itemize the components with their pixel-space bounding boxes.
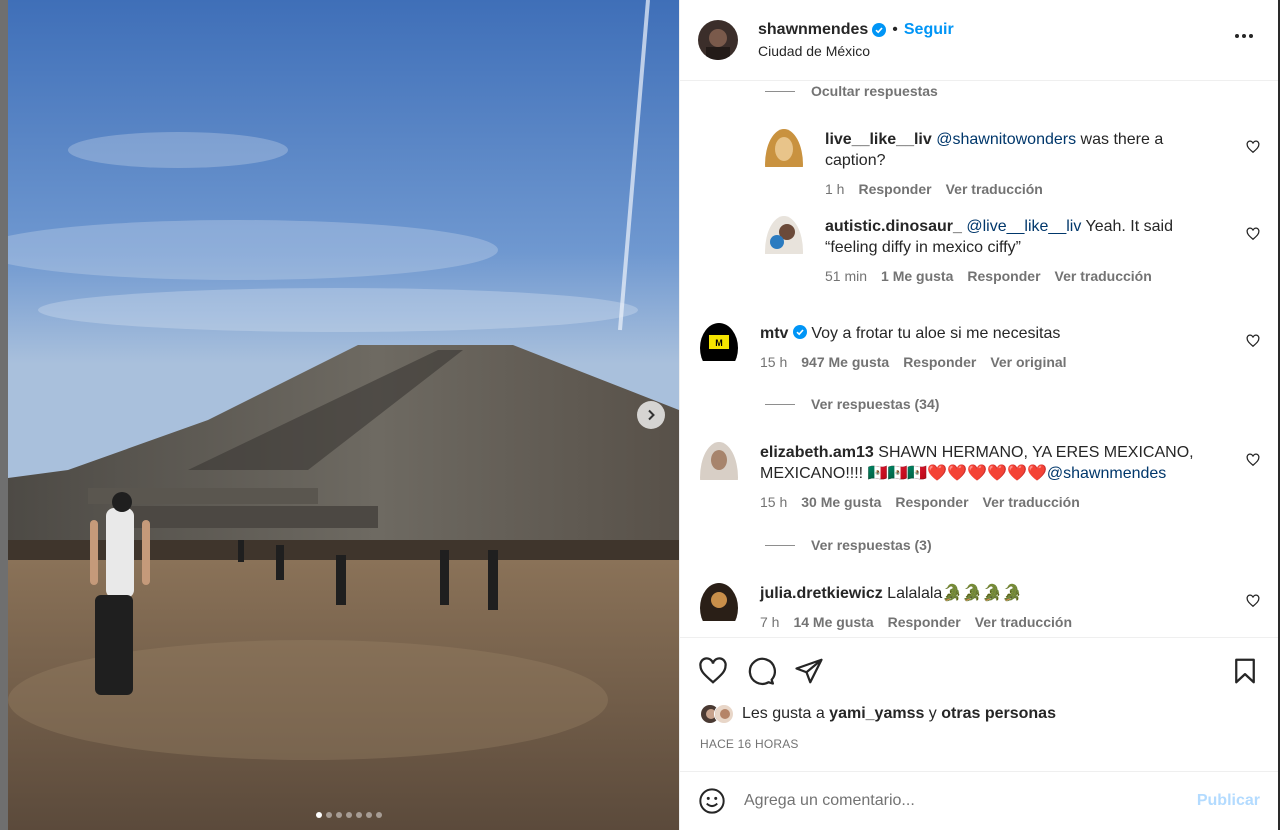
view-replies-button[interactable]: Ver respuestas (3) [765, 537, 932, 553]
next-slide-button[interactable] [637, 401, 665, 429]
post-timestamp[interactable]: HACE 16 HORAS [700, 737, 799, 751]
like-comment-heart-icon[interactable] [1246, 334, 1260, 348]
likes-summary: Les gusta a yami_yamss y otras personas [700, 704, 1056, 724]
like-comment-heart-icon[interactable] [1246, 140, 1260, 154]
carousel-dot [375, 812, 382, 818]
reply-button[interactable]: Responder [903, 352, 976, 373]
translate-button[interactable]: Ver original [990, 352, 1066, 373]
chevron-right-icon [648, 409, 655, 421]
commenter-avatar[interactable] [700, 583, 738, 633]
comment-username[interactable]: mtv [760, 325, 788, 342]
add-comment-bar: Publicar [680, 772, 1278, 830]
commenter-avatar[interactable] [700, 442, 738, 513]
carousel-dot [315, 812, 322, 818]
comment-likes[interactable]: 30 Me gusta [801, 492, 881, 513]
comment-time[interactable]: 1 h [825, 179, 844, 200]
post-media[interactable] [8, 0, 679, 830]
comment-mention[interactable]: @shawnmendes [1047, 465, 1166, 482]
reply-button[interactable]: Responder [888, 612, 961, 633]
comment-bubble-icon[interactable] [746, 656, 776, 686]
comment-likes[interactable]: 1 Me gusta [881, 266, 953, 287]
comment-likes[interactable]: 14 Me gusta [793, 612, 873, 633]
reply-button[interactable]: Responder [858, 179, 931, 200]
translate-button[interactable]: Ver traducción [1055, 266, 1152, 287]
post-location[interactable]: Ciudad de México [758, 43, 954, 59]
post-actions: Les gusta a yami_yamss y otras personas … [680, 637, 1278, 772]
comment-username[interactable]: live__like__liv [825, 131, 932, 148]
comment-time[interactable]: 7 h [760, 612, 779, 633]
comment-text: Voy a frotar tu aloe si me necesitas [811, 325, 1061, 342]
header-separator: • [892, 21, 898, 38]
comment-username[interactable]: elizabeth.am13 [760, 444, 874, 461]
more-options-icon[interactable] [1234, 26, 1254, 46]
reply-item: live__like__liv @shawnitowonders was the… [765, 129, 1185, 200]
author-username[interactable]: shawnmendes [758, 21, 868, 39]
translate-button[interactable]: Ver traducción [946, 179, 1043, 200]
like-comment-heart-icon[interactable] [1246, 227, 1260, 241]
carousel-dot [365, 812, 372, 818]
follow-button[interactable]: Seguir [904, 21, 954, 39]
other-likers-link[interactable]: otras personas [941, 705, 1056, 722]
verified-badge-icon [872, 23, 887, 37]
comments-list[interactable]: Ocultar respuestas live__like__liv @shaw… [680, 81, 1278, 637]
carousel-dot [335, 812, 342, 818]
comment-item: julia.dretkiewicz Lalalala🐊🐊🐊🐊 7 h 14 Me… [700, 583, 1220, 633]
post-sidebar: shawnmendes • Seguir Ciudad de México Oc… [679, 0, 1278, 830]
comment-text: Lalalala🐊🐊🐊🐊 [887, 585, 1023, 602]
reply-button[interactable]: Responder [895, 492, 968, 513]
verified-badge-icon [792, 325, 807, 339]
comment-input[interactable] [744, 792, 1197, 810]
comment-username[interactable]: autistic.dinosaur_ [825, 218, 962, 235]
emoji-icon[interactable] [698, 787, 726, 815]
carousel-dot [345, 812, 352, 818]
like-heart-icon[interactable] [698, 656, 728, 686]
view-replies-button[interactable]: Ver respuestas (34) [765, 396, 939, 412]
carousel-indicator [8, 812, 679, 818]
like-comment-heart-icon[interactable] [1246, 453, 1260, 467]
hide-replies-button[interactable]: Ocultar respuestas [765, 83, 938, 99]
comment-item: M mtv Voy a frotar tu aloe si me necesit… [700, 323, 1220, 373]
translate-button[interactable]: Ver traducción [983, 492, 1080, 513]
carousel-dot [355, 812, 362, 818]
svg-text:M: M [715, 338, 723, 348]
post-dialog: shawnmendes • Seguir Ciudad de México Oc… [8, 0, 1278, 830]
like-comment-heart-icon[interactable] [1246, 594, 1260, 608]
save-bookmark-icon[interactable] [1230, 656, 1260, 686]
comment-time[interactable]: 15 h [760, 492, 787, 513]
comment-mention[interactable]: @live__like__liv [966, 218, 1081, 235]
share-paper-plane-icon[interactable] [794, 656, 824, 686]
comment-mention[interactable]: @shawnitowonders [936, 131, 1076, 148]
comment-likes[interactable]: 947 Me gusta [801, 352, 889, 373]
comment-time[interactable]: 51 min [825, 266, 867, 287]
commenter-avatar[interactable]: M [700, 323, 738, 373]
translate-button[interactable]: Ver traducción [975, 612, 1072, 633]
author-avatar[interactable] [698, 20, 738, 60]
publish-button[interactable]: Publicar [1197, 792, 1260, 810]
carousel-dot [325, 812, 332, 818]
commenter-avatar[interactable] [765, 216, 803, 287]
post-photo [8, 0, 679, 830]
reply-button[interactable]: Responder [967, 266, 1040, 287]
comment-item: elizabeth.am13 SHAWN HERMANO, YA ERES ME… [700, 442, 1220, 513]
liker-username[interactable]: yami_yamss [829, 705, 924, 722]
comment-username[interactable]: julia.dretkiewicz [760, 585, 883, 602]
reply-item: autistic.dinosaur_ @live__like__liv Yeah… [765, 216, 1185, 287]
liker-avatar[interactable] [714, 704, 734, 724]
commenter-avatar[interactable] [765, 129, 803, 200]
comment-time[interactable]: 15 h [760, 352, 787, 373]
post-header: shawnmendes • Seguir Ciudad de México [680, 0, 1278, 81]
